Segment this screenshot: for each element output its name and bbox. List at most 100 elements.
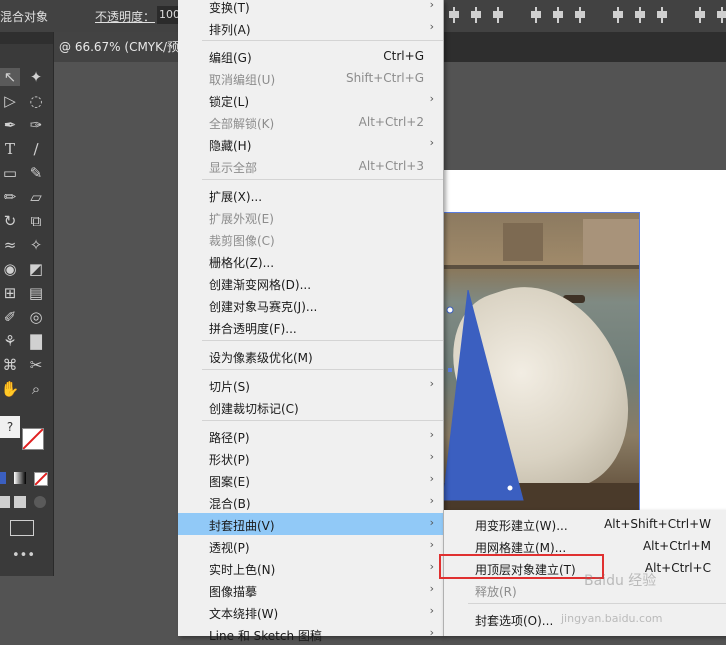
menu-item-label: 文本绕排(W) — [209, 607, 279, 621]
menu-item[interactable]: 栅格化(Z)... — [178, 250, 443, 272]
perspective-grid-icon[interactable]: ◩ — [26, 260, 46, 278]
menu-item-label: 切片(S) — [209, 380, 250, 394]
menu-item-label: 设为像素级优化(M) — [209, 351, 313, 365]
menu-item[interactable]: 切片(S) › — [178, 374, 443, 396]
artboard-tool-icon[interactable]: ⌘ — [0, 356, 20, 374]
menu-item[interactable]: 路径(P) › — [178, 425, 443, 447]
menu-item[interactable]: 图像描摹 › — [178, 579, 443, 601]
chevron-right-icon: › — [429, 472, 434, 485]
gradient-mode-icon[interactable] — [14, 472, 26, 484]
submenu-item-label: 用变形建立(W)... — [475, 519, 568, 533]
menu-item[interactable]: 实时上色(N) › — [178, 557, 443, 579]
anchor-point-icon[interactable] — [446, 306, 454, 314]
menu-item[interactable]: 图案(E) › — [178, 469, 443, 491]
distribute-center-icon[interactable] — [632, 6, 648, 24]
draw-behind-icon[interactable] — [14, 496, 26, 508]
graph-tool-icon[interactable]: ▇ — [26, 332, 46, 350]
menu-separator — [202, 40, 443, 41]
paintbrush-icon[interactable]: ✎ — [26, 164, 46, 182]
menu-item[interactable]: 排列(A) › — [178, 17, 443, 39]
slice-tool-icon[interactable]: ✂ — [26, 356, 46, 374]
chevron-right-icon: › — [429, 604, 434, 617]
direct-selection-icon[interactable]: ▷ — [0, 92, 20, 110]
menu-item[interactable]: 设为像素级优化(M) — [178, 345, 443, 367]
menu-item[interactable]: 封套扭曲(V) › — [178, 513, 443, 535]
screen-mode-icon[interactable] — [10, 520, 34, 536]
distribute-top-icon[interactable] — [610, 6, 626, 24]
menu-item[interactable]: 裁剪图像(C) — [178, 228, 443, 250]
document-tab[interactable]: @ 66.67% (CMYK/预 — [53, 32, 186, 62]
menu-item[interactable]: 创建渐变网格(D)... — [178, 272, 443, 294]
align-right-icon[interactable] — [490, 6, 506, 24]
anchor-point-icon[interactable] — [506, 484, 514, 492]
menu-item[interactable]: Line 和 Sketch 图稿 › — [178, 623, 443, 645]
menu-item-label: 显示全部 — [209, 161, 258, 175]
draw-inside-icon[interactable] — [34, 496, 46, 508]
draw-mode-icon[interactable] — [0, 496, 10, 508]
menu-item[interactable]: 取消编组(U) Shift+Ctrl+G — [178, 67, 443, 89]
lasso-icon[interactable]: ◌ — [26, 92, 46, 110]
line-segment-icon[interactable]: ∕ — [26, 140, 46, 158]
opacity-input[interactable]: 100 — [157, 6, 179, 24]
gradient-tool-icon[interactable]: ▤ — [26, 284, 46, 302]
type-tool-icon[interactable]: T — [0, 140, 20, 158]
hand-tool-icon[interactable]: ✋ — [0, 380, 20, 398]
menu-item[interactable]: 扩展外观(E) — [178, 206, 443, 228]
color-mode-icon[interactable] — [0, 472, 6, 484]
menu-item[interactable]: 扩展(X)... — [178, 184, 443, 206]
rotate-tool-icon[interactable]: ↻ — [0, 212, 20, 230]
distribute-right-icon[interactable] — [714, 6, 726, 24]
menu-item[interactable]: 拼合透明度(F)... — [178, 316, 443, 338]
opacity-label[interactable]: 不透明度： — [95, 8, 155, 25]
magic-wand-icon[interactable]: ✦ — [26, 68, 46, 86]
eraser-icon[interactable]: ▱ — [26, 188, 46, 206]
mesh-tool-icon[interactable]: ⊞ — [0, 284, 20, 302]
menu-item[interactable]: 变换(T) › — [178, 0, 443, 17]
menu-item[interactable]: 编组(G) Ctrl+G — [178, 45, 443, 67]
menu-item[interactable]: 显示全部 Alt+Ctrl+3 — [178, 155, 443, 177]
align-center-vertical-icon[interactable] — [550, 6, 566, 24]
menu-item[interactable]: 形状(P) › — [178, 447, 443, 469]
menu-item[interactable]: 全部解锁(K) Alt+Ctrl+2 — [178, 111, 443, 133]
fill-swatch-icon[interactable]: ? — [0, 416, 20, 438]
pen-tool-icon[interactable]: ✒ — [0, 116, 20, 134]
tools-panel-header[interactable] — [0, 32, 53, 44]
menu-item[interactable]: 隐藏(H) › — [178, 133, 443, 155]
puppet-warp-icon[interactable]: ✧ — [26, 236, 46, 254]
menu-item-label: 透视(P) — [209, 541, 250, 555]
blend-tool-icon[interactable]: ◎ — [26, 308, 46, 326]
align-left-icon[interactable] — [446, 6, 462, 24]
align-top-icon[interactable] — [528, 6, 544, 24]
scale-tool-icon[interactable]: ⧉ — [26, 212, 46, 230]
none-mode-icon[interactable] — [34, 472, 48, 486]
more-tools-icon[interactable]: ••• — [12, 548, 35, 563]
menu-item[interactable]: 文本绕排(W) › — [178, 601, 443, 623]
chevron-right-icon: › — [429, 136, 434, 149]
distribute-left-icon[interactable] — [692, 6, 708, 24]
symbol-sprayer-icon[interactable]: ⚘ — [0, 332, 20, 350]
menu-item[interactable]: 锁定(L) › — [178, 89, 443, 111]
stroke-swatch-icon[interactable] — [22, 428, 44, 450]
menu-item[interactable]: 创建裁切标记(C) — [178, 396, 443, 418]
menu-item[interactable]: 透视(P) › — [178, 535, 443, 557]
blue-polygon-shape[interactable] — [443, 290, 543, 510]
chevron-right-icon: › — [429, 494, 434, 507]
rectangle-tool-icon[interactable]: ▭ — [0, 164, 20, 182]
width-tool-icon[interactable]: ≈ — [0, 236, 20, 254]
menu-item[interactable]: 混合(B) › — [178, 491, 443, 513]
eyedropper-icon[interactable]: ✐ — [0, 308, 20, 326]
shaper-tool-icon[interactable]: ✏ — [0, 188, 20, 206]
chevron-right-icon: › — [429, 582, 434, 595]
menu-item[interactable]: 创建对象马赛克(J)... — [178, 294, 443, 316]
zoom-tool-icon[interactable]: ⌕ — [26, 380, 46, 398]
shape-builder-icon[interactable]: ◉ — [0, 260, 20, 278]
curvature-tool-icon[interactable]: ✑ — [26, 116, 46, 134]
align-bottom-icon[interactable] — [572, 6, 588, 24]
submenu-item[interactable]: 用变形建立(W)... Alt+Shift+Ctrl+W — [444, 513, 726, 535]
blend-objects-label[interactable]: 混合对象 — [0, 8, 48, 25]
align-center-horizontal-icon[interactable] — [468, 6, 484, 24]
menu-separator — [202, 179, 443, 180]
menu-item-label: 路径(P) — [209, 431, 250, 445]
selection-tool-icon[interactable]: ↖ — [0, 68, 20, 86]
distribute-bottom-icon[interactable] — [654, 6, 670, 24]
